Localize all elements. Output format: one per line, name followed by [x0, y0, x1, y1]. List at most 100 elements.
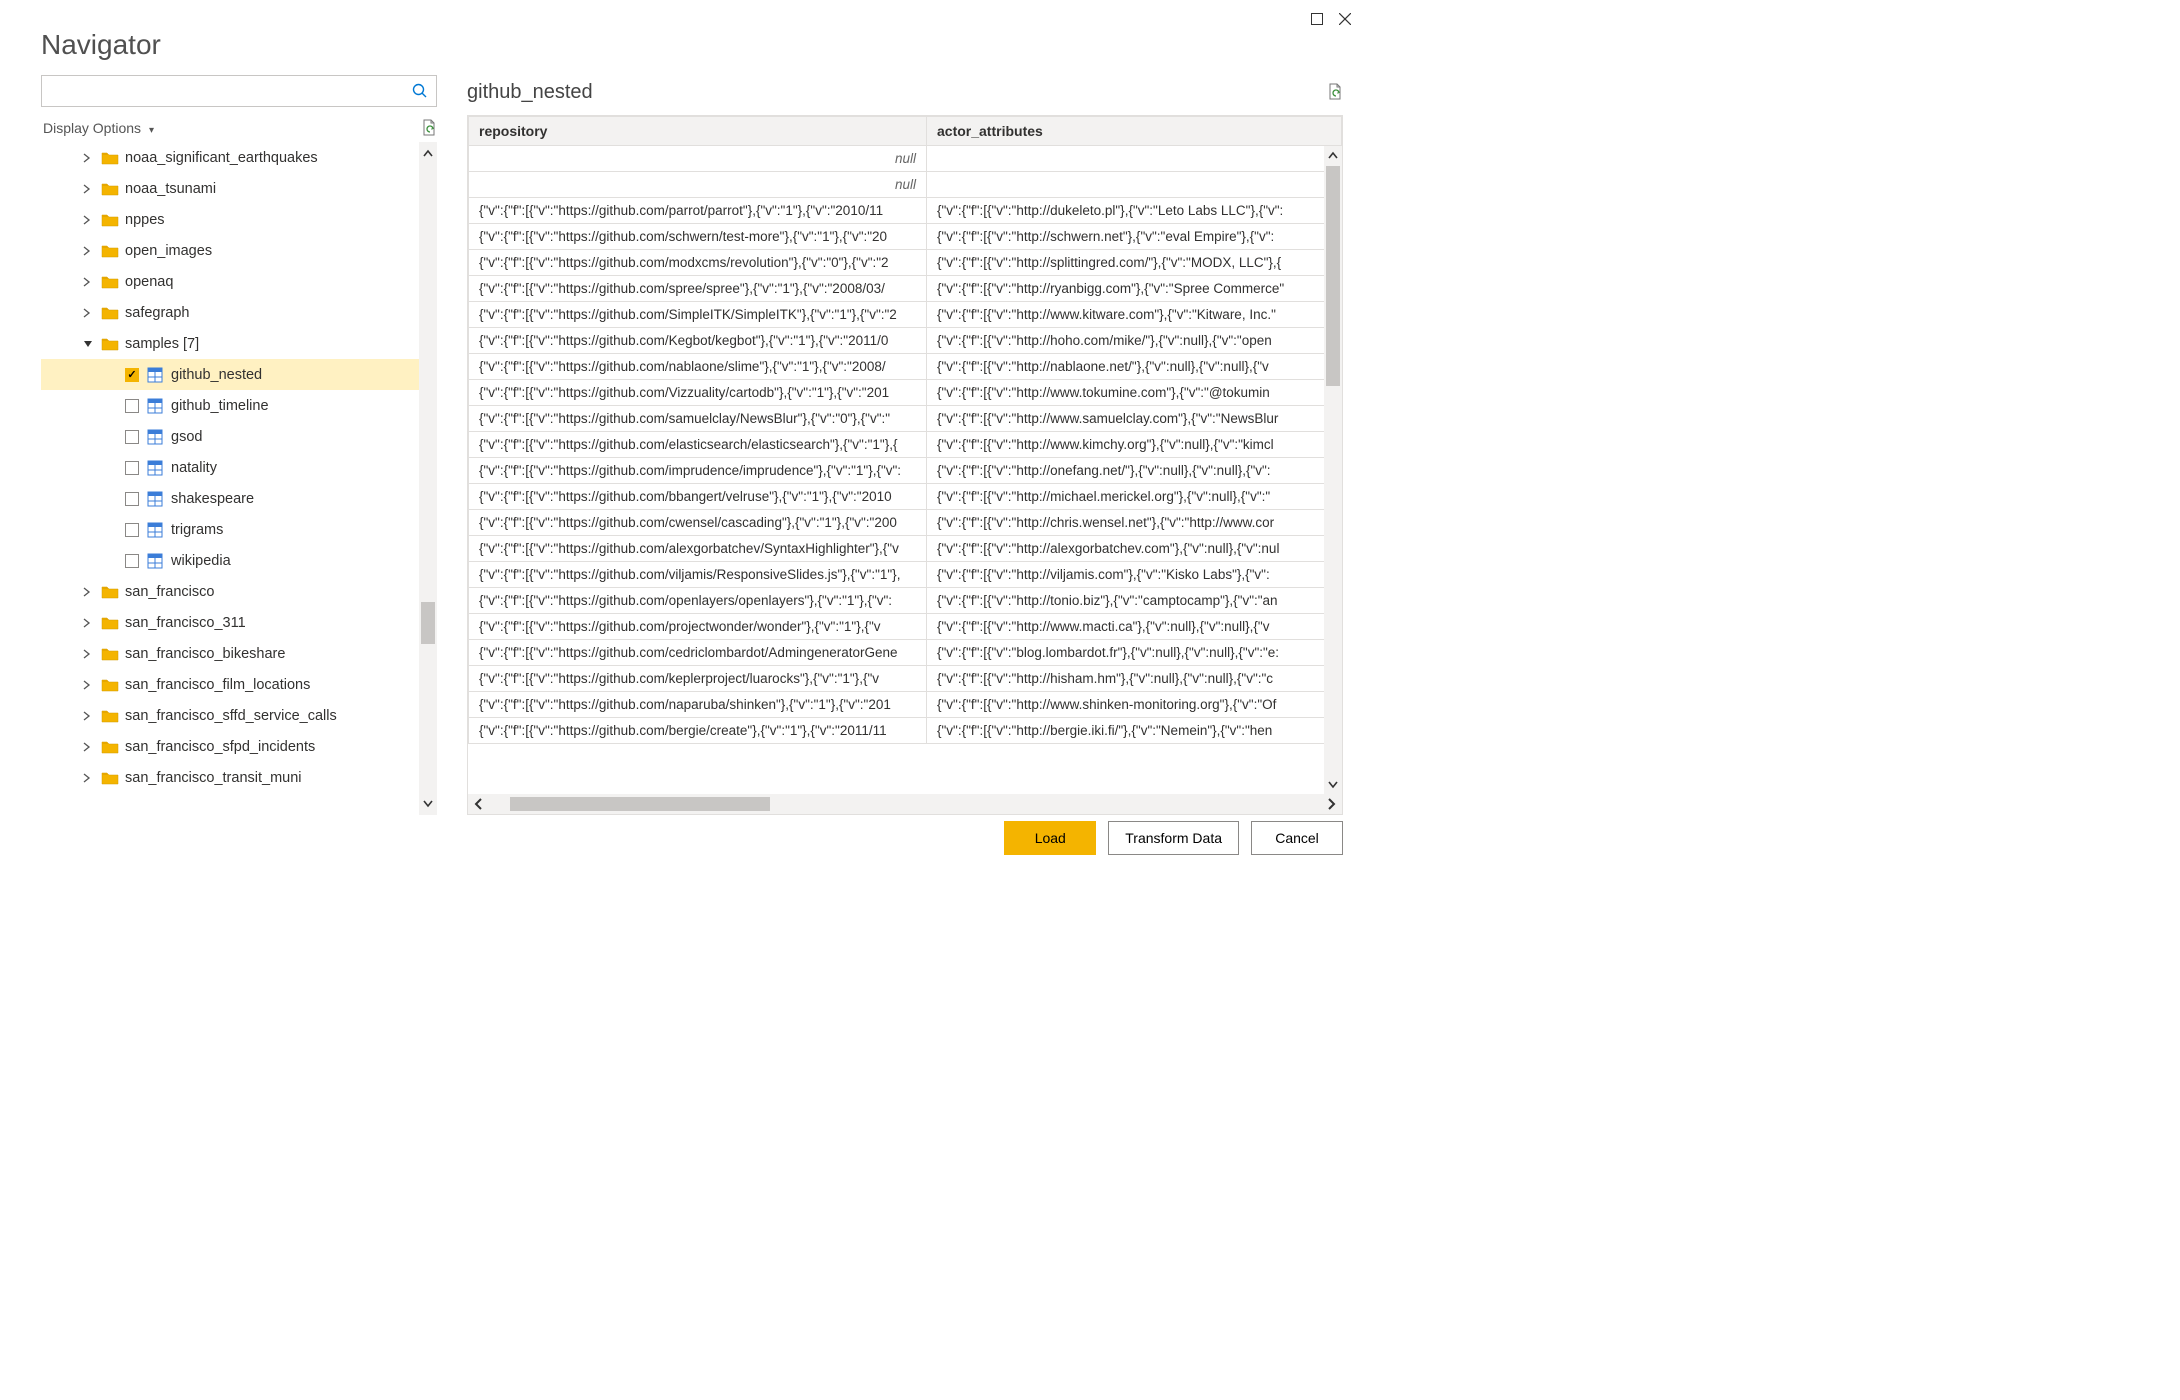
cell-repository: {"v":{"f":[{"v":"https://github.com/cwen…	[469, 510, 927, 536]
cell-actor-attributes: {"v":{"f":[{"v":"http://chris.wensel.net…	[927, 510, 1342, 536]
table-row[interactable]: {"v":{"f":[{"v":"https://github.com/proj…	[469, 614, 1342, 640]
tree-table-item[interactable]: ▷wikipedia	[41, 545, 437, 576]
column-header-repository[interactable]: repository	[469, 117, 927, 146]
tree-item-label: san_francisco_transit_muni	[125, 770, 302, 786]
display-options-dropdown[interactable]: Display Options ▾	[43, 120, 154, 136]
scroll-down-icon[interactable]	[1324, 774, 1342, 794]
table-row[interactable]: {"v":{"f":[{"v":"https://github.com/Vizz…	[469, 380, 1342, 406]
cell-actor-attributes	[927, 172, 1342, 198]
cell-actor-attributes: {"v":{"f":[{"v":"http://www.kimchy.org"}…	[927, 432, 1342, 458]
tree-item-checkbox[interactable]	[125, 461, 139, 475]
table-row[interactable]: {"v":{"f":[{"v":"https://github.com/bban…	[469, 484, 1342, 510]
load-button[interactable]: Load	[1004, 821, 1096, 855]
scroll-up-icon[interactable]	[1324, 146, 1342, 166]
tree-table-item[interactable]: ▷github_timeline	[41, 390, 437, 421]
tree-folder[interactable]: san_francisco_sfpd_incidents	[41, 731, 437, 762]
cell-repository: {"v":{"f":[{"v":"https://github.com/impr…	[469, 458, 927, 484]
tree-item-checkbox[interactable]: ✓	[125, 368, 139, 382]
table-row[interactable]: {"v":{"f":[{"v":"https://github.com/samu…	[469, 406, 1342, 432]
tree-item-checkbox[interactable]	[125, 492, 139, 506]
table-row[interactable]: {"v":{"f":[{"v":"https://github.com/alex…	[469, 536, 1342, 562]
table-row[interactable]: {"v":{"f":[{"v":"https://github.com/spre…	[469, 276, 1342, 302]
table-row[interactable]: {"v":{"f":[{"v":"https://github.com/cedr…	[469, 640, 1342, 666]
table-row[interactable]: {"v":{"f":[{"v":"https://github.com/parr…	[469, 198, 1342, 224]
transform-data-button[interactable]: Transform Data	[1108, 821, 1239, 855]
table-row[interactable]: {"v":{"f":[{"v":"https://github.com/napa…	[469, 692, 1342, 718]
table-row[interactable]: null	[469, 146, 1342, 172]
tree-table-item[interactable]: ▷shakespeare	[41, 483, 437, 514]
tree-folder[interactable]: san_francisco_film_locations	[41, 669, 437, 700]
table-row[interactable]: {"v":{"f":[{"v":"https://github.com/modx…	[469, 250, 1342, 276]
tree-folder[interactable]: noaa_tsunami	[41, 173, 437, 204]
refresh-data-icon[interactable]	[1327, 83, 1343, 101]
column-header-actor-attributes[interactable]: actor_attributes	[927, 117, 1342, 146]
tree-folder[interactable]: san_francisco	[41, 576, 437, 607]
tree-item-label: san_francisco	[125, 584, 214, 600]
cell-actor-attributes: {"v":{"f":[{"v":"http://tonio.biz"},{"v"…	[927, 588, 1342, 614]
tree-folder[interactable]: safegraph	[41, 297, 437, 328]
table-row[interactable]: {"v":{"f":[{"v":"https://github.com/cwen…	[469, 510, 1342, 536]
tree-table-item[interactable]: ▷natality	[41, 452, 437, 483]
table-row[interactable]: {"v":{"f":[{"v":"https://github.com/elas…	[469, 432, 1342, 458]
table-row[interactable]: {"v":{"f":[{"v":"https://github.com/berg…	[469, 718, 1342, 744]
tree-scrollbar[interactable]	[419, 142, 437, 815]
cell-actor-attributes: {"v":{"f":[{"v":"http://bergie.iki.fi/"}…	[927, 718, 1342, 744]
table-row[interactable]: {"v":{"f":[{"v":"https://github.com/nabl…	[469, 354, 1342, 380]
refresh-preview-icon[interactable]	[421, 119, 437, 137]
tree-table-item[interactable]: ▷gsod	[41, 421, 437, 452]
table-row[interactable]: {"v":{"f":[{"v":"https://github.com/Kegb…	[469, 328, 1342, 354]
caret-right-icon[interactable]	[83, 742, 97, 752]
caret-right-icon[interactable]	[83, 649, 97, 659]
caret-right-icon[interactable]	[83, 773, 97, 783]
cell-repository: {"v":{"f":[{"v":"https://github.com/nabl…	[469, 354, 927, 380]
tree-folder[interactable]: noaa_significant_earthquakes	[41, 142, 437, 173]
tree-item-checkbox[interactable]	[125, 523, 139, 537]
caret-right-icon[interactable]	[83, 153, 97, 163]
tree-table-item[interactable]: ▷✓github_nested	[41, 359, 437, 390]
caret-right-icon[interactable]	[83, 308, 97, 318]
cell-repository: {"v":{"f":[{"v":"https://github.com/proj…	[469, 614, 927, 640]
tree-item-checkbox[interactable]	[125, 399, 139, 413]
close-icon[interactable]	[1335, 9, 1355, 29]
table-row[interactable]: {"v":{"f":[{"v":"https://github.com/Simp…	[469, 302, 1342, 328]
caret-right-icon[interactable]	[83, 680, 97, 690]
scroll-up-icon[interactable]	[419, 142, 437, 166]
cell-actor-attributes: {"v":{"f":[{"v":"http://nablaone.net/"},…	[927, 354, 1342, 380]
cancel-button[interactable]: Cancel	[1251, 821, 1343, 855]
scroll-thumb[interactable]	[1326, 166, 1340, 386]
caret-right-icon[interactable]	[83, 711, 97, 721]
table-row[interactable]: {"v":{"f":[{"v":"https://github.com/open…	[469, 588, 1342, 614]
tree-folder[interactable]: san_francisco_bikeshare	[41, 638, 437, 669]
tree-folder[interactable]: san_francisco_transit_muni	[41, 762, 437, 793]
scroll-thumb[interactable]	[421, 602, 435, 644]
table-row[interactable]: {"v":{"f":[{"v":"https://github.com/kepl…	[469, 666, 1342, 692]
search-input[interactable]	[42, 83, 404, 99]
caret-right-icon[interactable]	[83, 215, 97, 225]
caret-right-icon[interactable]	[83, 587, 97, 597]
tree-folder[interactable]: openaq	[41, 266, 437, 297]
tree-item-checkbox[interactable]	[125, 430, 139, 444]
search-icon[interactable]	[404, 83, 436, 99]
caret-right-icon[interactable]	[83, 184, 97, 194]
caret-down-icon[interactable]	[83, 340, 97, 348]
caret-right-icon[interactable]	[83, 618, 97, 628]
table-row[interactable]: {"v":{"f":[{"v":"https://github.com/schw…	[469, 224, 1342, 250]
caret-right-icon[interactable]	[83, 246, 97, 256]
tree-folder[interactable]: san_francisco_sffd_service_calls	[41, 700, 437, 731]
caret-right-icon[interactable]	[83, 277, 97, 287]
table-row[interactable]: null	[469, 172, 1342, 198]
tree-item-label: san_francisco_sfpd_incidents	[125, 739, 315, 755]
tree-folder[interactable]: open_images	[41, 235, 437, 266]
tree-item-checkbox[interactable]	[125, 554, 139, 568]
navigator-tree[interactable]: noaa_significant_earthquakesnoaa_tsunami…	[41, 142, 437, 815]
tree-folder[interactable]: san_francisco_311	[41, 607, 437, 638]
cell-actor-attributes: {"v":{"f":[{"v":"http://www.samuelclay.c…	[927, 406, 1342, 432]
search-box[interactable]	[41, 75, 437, 107]
tree-table-item[interactable]: ▷trigrams	[41, 514, 437, 545]
grid-vertical-scrollbar[interactable]	[1324, 146, 1342, 794]
table-row[interactable]: {"v":{"f":[{"v":"https://github.com/impr…	[469, 458, 1342, 484]
tree-folder[interactable]: nppes	[41, 204, 437, 235]
tree-folder[interactable]: samples [7]	[41, 328, 437, 359]
table-row[interactable]: {"v":{"f":[{"v":"https://github.com/vilj…	[469, 562, 1342, 588]
maximize-icon[interactable]	[1307, 9, 1327, 29]
